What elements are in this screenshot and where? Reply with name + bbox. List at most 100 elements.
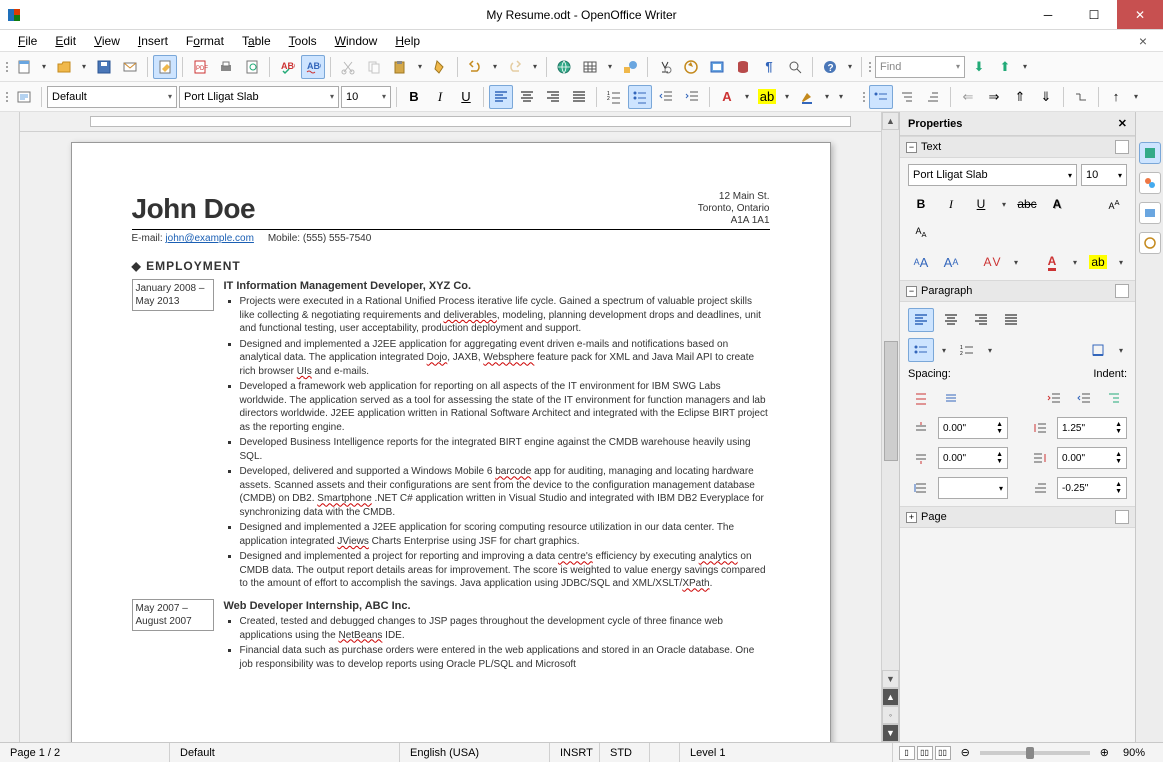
zoom-value[interactable]: 90% [1113,743,1163,762]
p-underline-dd[interactable]: ▾ [998,200,1010,209]
minimize-button[interactable]: ─ [1025,0,1071,29]
restart-num-button[interactable]: ↑ [1104,85,1128,109]
collapse-icon[interactable]: − [906,286,917,297]
pdf-button[interactable]: PDF [188,55,212,79]
menu-insert[interactable]: Insert [130,32,176,50]
list-btn2[interactable] [895,85,919,109]
p-super-button[interactable]: AA [1101,192,1127,216]
email-link[interactable]: john@example.com [165,233,254,244]
status-insert[interactable]: INSRT [550,743,600,762]
formatpaint-button[interactable] [428,55,452,79]
maximize-button[interactable]: ☐ [1071,0,1117,29]
p-numbers[interactable]: 12 [954,338,980,362]
align-left-button[interactable] [489,85,513,109]
props-page-header[interactable]: + Page [900,506,1135,528]
list-more[interactable]: ▾ [1130,92,1142,101]
status-sel[interactable]: STD [600,743,650,762]
status-level[interactable]: Level 1 [680,743,893,762]
help-button[interactable]: ? [818,55,842,79]
props-font-combo[interactable]: Port Lligat Slab▾ [908,164,1077,186]
highlight-dd[interactable]: ▾ [781,92,793,101]
p-spacing-inc[interactable] [908,386,934,410]
scroll-thumb[interactable] [884,341,898,461]
p-indent-inc[interactable] [1041,386,1067,410]
indent-dec-button[interactable] [654,85,678,109]
autospell-button[interactable]: ABC [301,55,325,79]
demote-button[interactable]: ⇐ [956,85,980,109]
font-combo[interactable]: Port Lligat Slab▾ [179,86,339,108]
p-italic-button[interactable]: I [938,192,964,216]
menu-table[interactable]: Table [234,32,279,50]
menu-format[interactable]: Format [178,32,232,50]
scroll-up-button[interactable]: ▲ [882,112,899,130]
find-button[interactable] [653,55,677,79]
redo-button[interactable] [503,55,527,79]
nonprint-button[interactable]: ¶ [757,55,781,79]
find-more[interactable]: ▾ [1019,62,1031,71]
toolbar-grip[interactable] [4,62,10,72]
p-spacing-dd[interactable]: ▾ [1010,258,1022,267]
p-highlight-button[interactable]: ab [1085,250,1111,274]
align-right-button[interactable] [541,85,565,109]
datasources-button[interactable] [731,55,755,79]
undo-button[interactable] [463,55,487,79]
scroll-down-button[interactable]: ▼ [882,670,899,688]
p-spacing-dec[interactable] [938,386,964,410]
status-page[interactable]: Page 1 / 2 [0,743,170,762]
p-align-justify[interactable] [998,308,1024,332]
bullet-list-button[interactable] [628,85,652,109]
find-grip[interactable] [867,62,873,72]
p-fontcolor-dd[interactable]: ▾ [1069,258,1081,267]
sublevel-button[interactable] [1069,85,1093,109]
view-book[interactable]: ▯▯ [935,746,951,760]
props-para-header[interactable]: − Paragraph [900,280,1135,302]
p-bold-button[interactable]: B [908,192,934,216]
move-up-button[interactable]: ⇑ [1008,85,1032,109]
fmt-more[interactable]: ▾ [835,92,847,101]
paste-button[interactable] [388,55,412,79]
p-bullets[interactable] [908,338,934,362]
undo-dropdown[interactable]: ▾ [489,62,501,71]
p-highlight-dd[interactable]: ▾ [1115,258,1127,267]
italic-button[interactable]: I [428,85,452,109]
p-bgcolor-dd[interactable]: ▾ [1115,346,1127,355]
menu-edit[interactable]: Edit [47,32,84,50]
menu-tools[interactable]: Tools [281,32,325,50]
hyperlink-button[interactable] [552,55,576,79]
p-align-center[interactable] [938,308,964,332]
vertical-scrollbar[interactable]: ▲ ▼ ▲ ◦ ▼ [881,112,899,742]
props-text-header[interactable]: − Text [900,136,1135,158]
toolbar-more[interactable]: ▾ [844,62,856,71]
status-sig[interactable] [650,743,680,762]
open-button[interactable] [52,55,76,79]
move-down-button[interactable]: ⇓ [1034,85,1058,109]
document-scroll[interactable]: John Doe 12 Main St. Toronto, Ontario A1… [20,132,881,742]
font-color-button[interactable]: A [715,85,739,109]
navigator-button[interactable] [679,55,703,79]
p-grow-button[interactable]: AA [908,250,934,274]
p-align-left[interactable] [908,308,934,332]
p-below-spin[interactable]: 0.00"▲▼ [938,447,1008,469]
props-close-icon[interactable]: ✕ [1118,117,1127,130]
new-dropdown[interactable]: ▾ [38,62,50,71]
align-justify-button[interactable] [567,85,591,109]
p-above-spin[interactable]: 0.00"▲▼ [938,417,1008,439]
font-color-dd[interactable]: ▾ [741,92,753,101]
view-single[interactable]: ▯ [899,746,915,760]
prev-page-button[interactable]: ▲ [882,688,899,706]
menu-view[interactable]: View [86,32,128,50]
size-combo[interactable]: 10▾ [341,86,391,108]
sidebar-tab-navigator[interactable] [1139,232,1161,254]
horizontal-ruler[interactable] [20,112,881,132]
menu-window[interactable]: Window [327,32,386,50]
p-fontcolor-button[interactable]: A [1039,250,1065,274]
edit-mode-button[interactable] [153,55,177,79]
list-btn3[interactable] [921,85,945,109]
p-hanging[interactable] [1101,386,1127,410]
collapse-icon[interactable]: − [906,142,917,153]
find-input[interactable]: Find▾ [875,56,965,78]
save-button[interactable] [92,55,116,79]
bold-button[interactable]: B [402,85,426,109]
p-right-spin[interactable]: 0.00"▲▼ [1057,447,1127,469]
p-bullets-dd[interactable]: ▾ [938,346,950,355]
